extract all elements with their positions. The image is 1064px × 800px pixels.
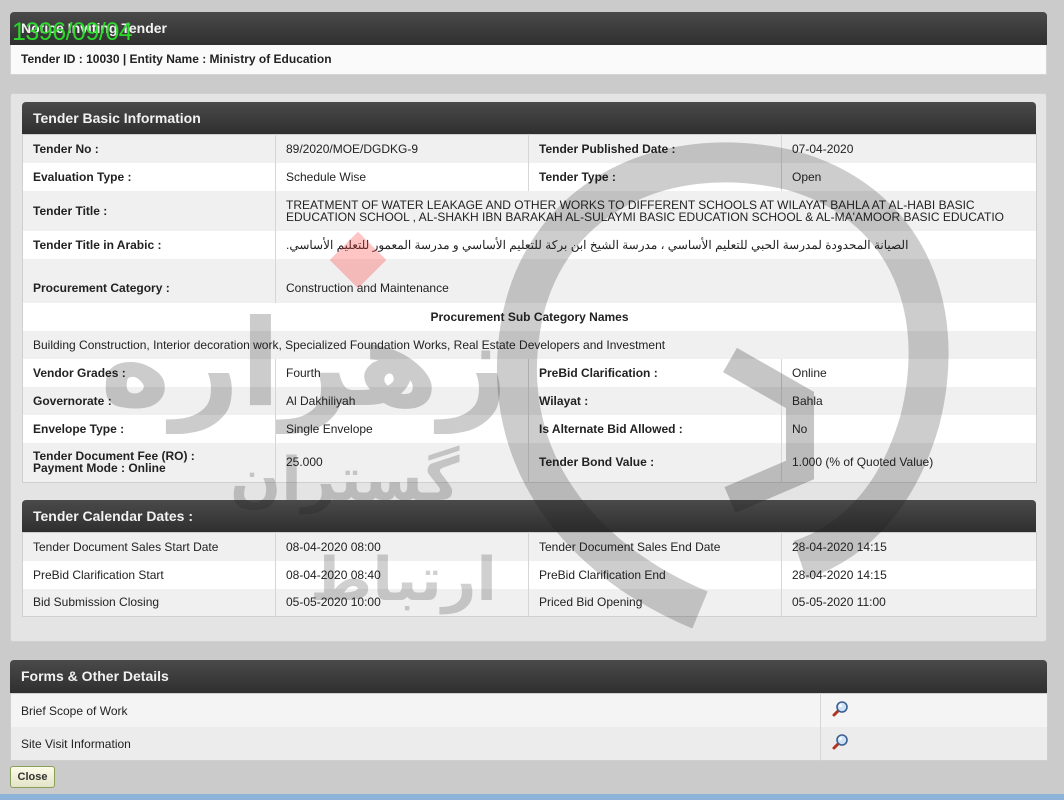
table-row: Tender Title : TREATMENT OF WATER LEAKAG… <box>22 190 1037 231</box>
tender-title-label: Tender Title : <box>22 190 276 231</box>
tender-title-arabic-value: الصيانة المحدودة لمدرسة الحبي للتعليم ال… <box>275 230 1037 259</box>
notice-title: Notice Inviting Tender <box>10 12 1047 45</box>
calendar-table: Tender Document Sales Start Date 08-04-2… <box>22 532 1037 617</box>
basic-info-title: Tender Basic Information <box>22 102 1036 134</box>
tender-no-value: 89/2020/MOE/DGDKG-9 <box>275 134 529 163</box>
envelope-type-label: Envelope Type : <box>22 414 276 443</box>
table-row: Procurement Sub Category Names <box>22 302 1037 331</box>
wilayat-value: Bahla <box>781 386 1037 415</box>
close-button[interactable]: Close <box>10 766 55 788</box>
wilayat-label: Wilayat : <box>528 386 782 415</box>
sub-category-values: Building Construction, Interior decorati… <box>22 330 1037 359</box>
calendar-value: 08-04-2020 08:40 <box>275 560 529 589</box>
published-date-value: 07-04-2020 <box>781 134 1037 163</box>
tender-details-container: Tender Basic Information Tender No : 89/… <box>10 93 1047 642</box>
vendor-grades-label: Vendor Grades : <box>22 358 276 387</box>
magnifier-icon[interactable] <box>831 700 849 718</box>
table-row: Envelope Type : Single Envelope Is Alter… <box>22 414 1037 443</box>
calendar-section: Tender Calendar Dates : Tender Document … <box>22 500 1037 617</box>
tender-no-label: Tender No : <box>22 134 276 163</box>
forms-table: Brief Scope of Work Site Visit Informati… <box>10 693 1048 761</box>
tender-id-label: Tender ID : <box>21 52 87 66</box>
document-fee-value: 25.000 <box>275 442 529 483</box>
table-row: Tender No : 89/2020/MOE/DGDKG-9 Tender P… <box>22 134 1037 163</box>
tender-summary: Tender ID : 10030 | Entity Name : Minist… <box>10 45 1047 75</box>
table-row: Bid Submission Closing 05-05-2020 10:00 … <box>22 588 1037 617</box>
basic-info-section: Tender Basic Information Tender No : 89/… <box>22 102 1037 483</box>
document-fee-label: Tender Document Fee (RO) : Payment Mode … <box>22 442 276 483</box>
payment-mode-label: Payment Mode : Online <box>33 461 166 476</box>
table-row: Brief Scope of Work <box>10 693 1048 727</box>
calendar-label: Bid Submission Closing <box>22 588 276 617</box>
site-visit-view <box>820 727 1048 761</box>
alternate-bid-value: No <box>781 414 1037 443</box>
magnifier-icon[interactable] <box>831 733 849 751</box>
window-bottom-bar <box>0 794 1064 800</box>
brief-scope-label: Brief Scope of Work <box>10 693 821 727</box>
entity-name: Ministry of Education <box>209 52 332 66</box>
table-row: Procurement Category : Construction and … <box>22 258 1037 303</box>
calendar-value: 28-04-2020 14:15 <box>781 560 1037 589</box>
forms-title: Forms & Other Details <box>10 660 1047 693</box>
calendar-title: Tender Calendar Dates : <box>22 500 1036 532</box>
table-row: Building Construction, Interior decorati… <box>22 330 1037 359</box>
calendar-value: 05-05-2020 11:00 <box>781 588 1037 617</box>
vendor-grades-value: Fourth <box>275 358 529 387</box>
table-row: Vendor Grades : Fourth PreBid Clarificat… <box>22 358 1037 387</box>
table-row: Tender Document Fee (RO) : Payment Mode … <box>22 442 1037 483</box>
table-row: Evaluation Type : Schedule Wise Tender T… <box>22 162 1037 191</box>
forms-section: Forms & Other Details Brief Scope of Wor… <box>10 660 1048 761</box>
table-row: Governorate : Al Dakhiliyah Wilayat : Ba… <box>22 386 1037 415</box>
calendar-value: 08-04-2020 08:00 <box>275 532 529 561</box>
table-row: Site Visit Information <box>10 727 1048 761</box>
brief-scope-view <box>820 693 1048 727</box>
calendar-label: Tender Document Sales End Date <box>528 532 782 561</box>
calendar-label: PreBid Clarification End <box>528 560 782 589</box>
governorate-label: Governorate : <box>22 386 276 415</box>
published-date-label: Tender Published Date : <box>528 134 782 163</box>
bond-value-label: Tender Bond Value : <box>528 442 782 483</box>
envelope-type-value: Single Envelope <box>275 414 529 443</box>
prebid-value: Online <box>781 358 1037 387</box>
calendar-value: 05-05-2020 10:00 <box>275 588 529 617</box>
tender-type-label: Tender Type : <box>528 162 782 191</box>
calendar-label: Tender Document Sales Start Date <box>22 532 276 561</box>
prebid-label: PreBid Clarification : <box>528 358 782 387</box>
notice-panel: Notice Inviting Tender Tender ID : 10030… <box>10 12 1047 75</box>
calendar-value: 28-04-2020 14:15 <box>781 532 1037 561</box>
evaluation-type-label: Evaluation Type : <box>22 162 276 191</box>
table-row: Tender Document Sales Start Date 08-04-2… <box>22 532 1037 561</box>
procurement-category-label: Procurement Category : <box>22 258 276 303</box>
evaluation-type-value: Schedule Wise <box>275 162 529 191</box>
tender-title-arabic-label: Tender Title in Arabic : <box>22 230 276 259</box>
entity-label: | Entity Name : <box>119 52 210 66</box>
basic-info-table: Tender No : 89/2020/MOE/DGDKG-9 Tender P… <box>22 134 1037 483</box>
tender-id: 10030 <box>86 52 120 66</box>
table-row: PreBid Clarification Start 08-04-2020 08… <box>22 560 1037 589</box>
sub-category-header: Procurement Sub Category Names <box>22 302 1037 331</box>
governorate-value: Al Dakhiliyah <box>275 386 529 415</box>
calendar-label: Priced Bid Opening <box>528 588 782 617</box>
procurement-category-value: Construction and Maintenance <box>275 258 1037 303</box>
tender-title-value: TREATMENT OF WATER LEAKAGE AND OTHER WOR… <box>275 190 1037 231</box>
alternate-bid-label: Is Alternate Bid Allowed : <box>528 414 782 443</box>
site-visit-label: Site Visit Information <box>10 727 821 761</box>
calendar-label: PreBid Clarification Start <box>22 560 276 589</box>
bond-value: 1.000 (% of Quoted Value) <box>781 442 1037 483</box>
tender-type-value: Open <box>781 162 1037 191</box>
table-row: Tender Title in Arabic : الصيانة المحدود… <box>22 230 1037 259</box>
